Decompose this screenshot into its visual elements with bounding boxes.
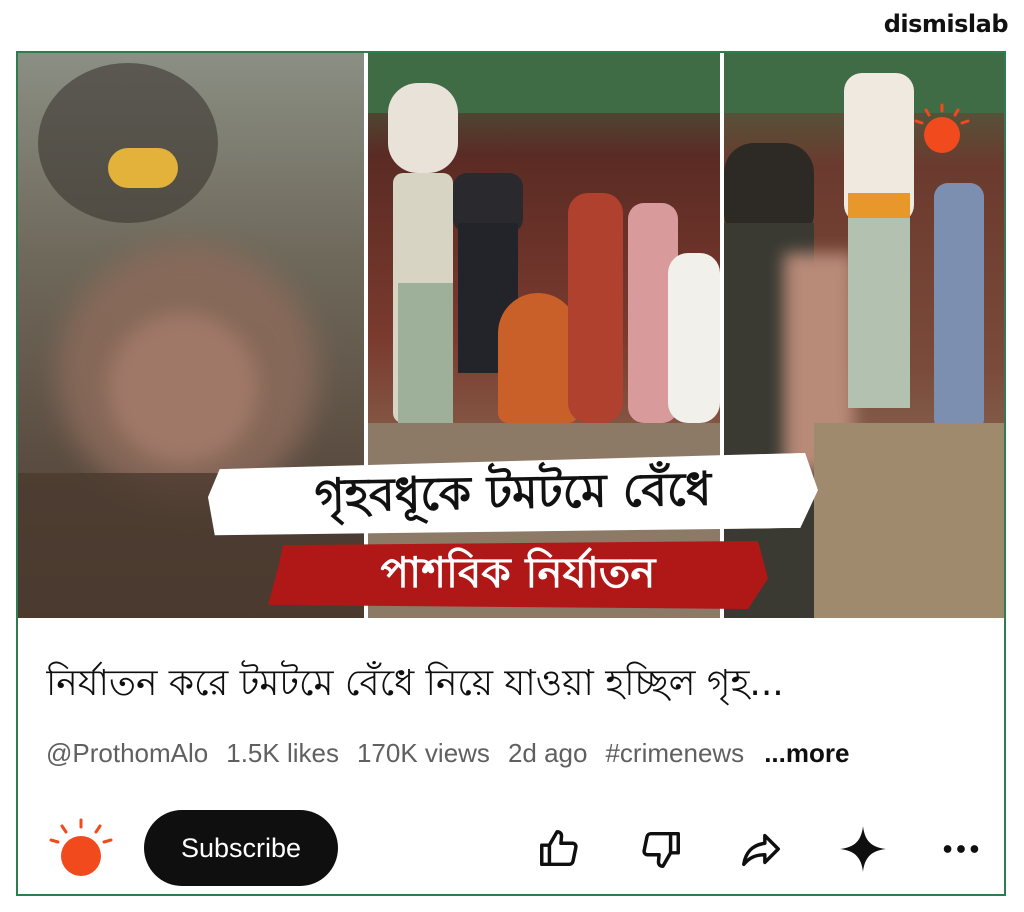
remix-button[interactable]	[838, 824, 888, 874]
action-bar: Subscribe	[18, 806, 1004, 886]
subscribe-button[interactable]: Subscribe	[144, 810, 338, 886]
more-link[interactable]: ...more	[764, 738, 849, 769]
view-count: 170K views	[356, 738, 490, 768]
brand-logo: dismislab	[883, 10, 1009, 38]
channel-avatar-icon[interactable]	[48, 816, 114, 882]
share-icon	[742, 833, 780, 867]
dislike-button[interactable]	[636, 824, 686, 874]
video-title[interactable]: নির্যাতন করে টমটমে বেঁধে নিয়ে যাওয়া হচ…	[46, 656, 986, 716]
video-meta-row[interactable]: @ProthomAlo 1.5K likes 170K views 2d ago…	[46, 738, 986, 769]
video-info-card: নির্যাতন করে টমটমে বেঁধে নিয়ে যাওয়া হচ…	[18, 618, 1004, 894]
more-menu-icon	[943, 845, 979, 853]
thumbnail-headline-bottom: পাশবিক নির্যাতন	[268, 541, 768, 609]
sparkle-icon	[840, 826, 886, 872]
sun-logo-icon	[914, 103, 970, 153]
hashtag-link[interactable]: #crimenews	[605, 738, 744, 769]
video-card-frame: গৃহবধূকে টমটমে বেঁধে পাশবিক নির্যাতন নির…	[16, 51, 1006, 896]
share-button[interactable]	[736, 824, 786, 874]
upload-age: 2d ago	[507, 738, 588, 768]
dislike-icon	[642, 831, 680, 868]
like-count: 1.5K likes	[226, 738, 339, 768]
thumbnail-panel-middle	[368, 53, 720, 618]
like-button[interactable]	[534, 824, 584, 874]
video-thumbnail[interactable]: গৃহবধূকে টমটমে বেঁধে পাশবিক নির্যাতন	[18, 53, 1004, 618]
channel-handle[interactable]: @ProthomAlo	[46, 738, 208, 769]
like-icon	[540, 830, 578, 867]
more-actions-button[interactable]	[936, 824, 986, 874]
